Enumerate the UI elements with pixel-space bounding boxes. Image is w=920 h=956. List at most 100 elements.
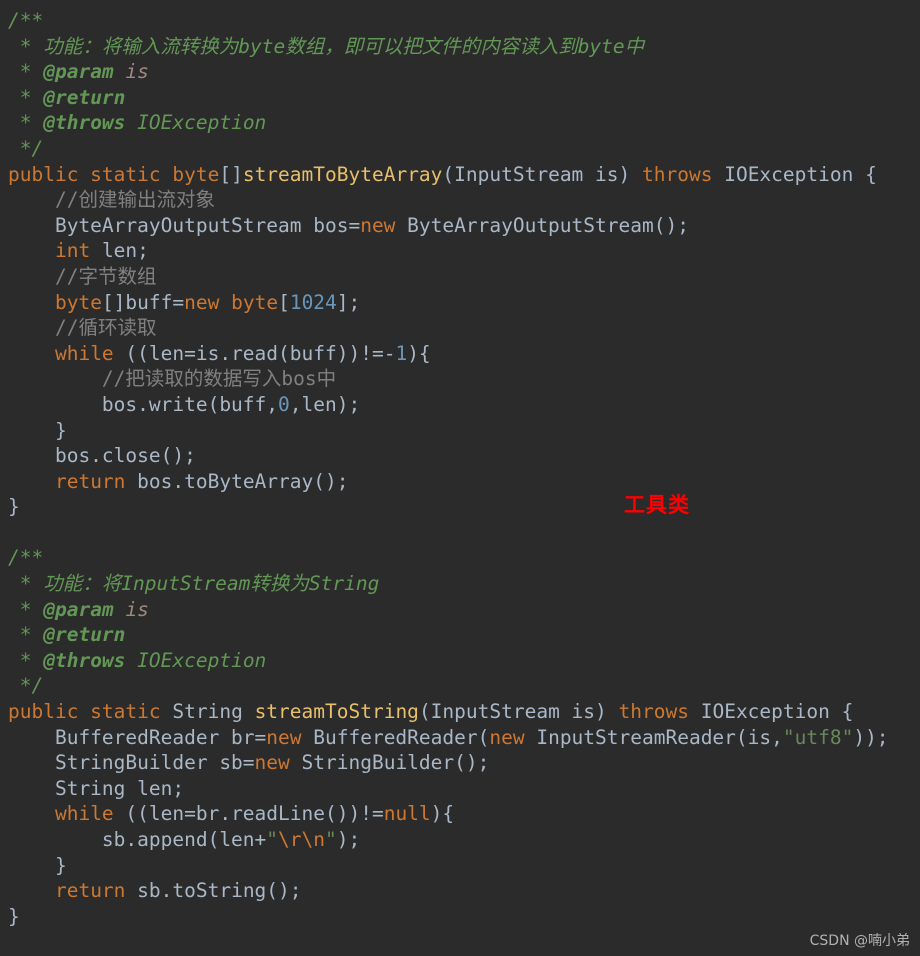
code-token: len; (90, 239, 149, 263)
code-line[interactable]: */ (8, 136, 920, 162)
code-token: [ (278, 290, 290, 314)
code-token: ){ (430, 802, 455, 826)
code-line[interactable]: * 功能：将InputStream转换为String (8, 571, 920, 597)
code-token: * (8, 111, 44, 135)
code-token: * (8, 597, 44, 621)
code-token: sb.append(len+ (8, 828, 267, 851)
code-token: throws (618, 700, 689, 724)
code-line[interactable]: } (8, 853, 920, 879)
code-token: //循环读取 (8, 316, 157, 340)
code-line[interactable]: while ((len=is.read(buff))!=-1){ (8, 341, 920, 367)
code-token: IOException { (688, 700, 854, 724)
code-token: */ (8, 674, 44, 698)
code-line[interactable]: //字节数组 (8, 264, 920, 290)
code-token: int (54, 239, 91, 263)
code-token: @param (43, 60, 114, 84)
code-line[interactable]: * @return (8, 85, 920, 111)
code-token: new (184, 290, 220, 314)
code-token: " (266, 828, 279, 851)
code-line[interactable]: return sb.toString(); (8, 878, 920, 904)
code-token: * (8, 60, 44, 84)
code-line[interactable]: ByteArrayOutputStream bos=new ByteArrayO… (8, 213, 920, 239)
code-line[interactable]: int len; (8, 238, 920, 264)
code-line[interactable]: */ (8, 673, 920, 699)
code-line[interactable]: BufferedReader br=new BufferedReader(new… (8, 725, 920, 751)
code-line[interactable]: public static byte[]streamToByteArray(In… (8, 162, 920, 188)
code-line[interactable]: } (8, 904, 920, 930)
code-token: )); (853, 725, 889, 749)
code-token: 功能：将InputStream转换为String (43, 572, 380, 596)
code-token: */ (8, 136, 44, 160)
code-token: * (8, 648, 44, 672)
code-editor[interactable]: /** * 功能：将输入流转换为byte数组，即可以把文件的内容读入到byte中… (0, 0, 920, 956)
code-token: is (125, 597, 149, 621)
code-line[interactable]: * 功能：将输入流转换为byte数组，即可以把文件的内容读入到byte中 (8, 34, 920, 60)
code-content[interactable]: /** * 功能：将输入流转换为byte数组，即可以把文件的内容读入到byte中… (8, 8, 920, 929)
code-token: public static (8, 700, 173, 724)
code-token: new (266, 725, 302, 749)
code-token: buff= (125, 290, 185, 314)
code-line[interactable]: while ((len=br.readLine())!=null){ (8, 801, 920, 827)
code-line[interactable]: String len; (8, 776, 920, 802)
code-token: ((len=is.read(buff))!=- (113, 341, 396, 365)
code-token: is (125, 60, 149, 84)
code-token: streamToString (254, 700, 419, 724)
code-line[interactable]: /** (8, 545, 920, 571)
code-line[interactable]: return bos.toByteArray(); (8, 469, 920, 495)
code-token: return (54, 469, 126, 493)
code-line[interactable]: * @param is (8, 597, 920, 623)
code-line[interactable]: } (8, 494, 920, 520)
code-line[interactable]: //创建输出流对象 (8, 187, 920, 213)
code-token: public static (8, 162, 173, 186)
code-token: @throws (43, 648, 126, 672)
code-token: byte (231, 290, 279, 314)
code-line[interactable]: * @return (8, 622, 920, 648)
code-token: 0 (278, 392, 290, 416)
code-line[interactable]: * @throws IOException (8, 648, 920, 674)
code-token: byte (172, 162, 220, 186)
code-line[interactable]: public static String streamToString(Inpu… (8, 699, 920, 725)
code-token: @return (43, 85, 126, 109)
code-token: new (254, 751, 290, 775)
code-token: sb.toString(); (125, 879, 302, 903)
annotation-utility-class: 工具类 (624, 493, 690, 517)
code-line[interactable] (8, 520, 920, 546)
code-line[interactable]: //循环读取 (8, 315, 920, 341)
code-line[interactable]: sb.append(len+"\r\n"); (8, 827, 920, 853)
code-token: StringBuilder(); (289, 751, 490, 775)
code-token: ((len=br.readLine())!= (113, 802, 384, 826)
code-token: null (383, 802, 431, 826)
code-token: bos.close(); (8, 444, 196, 468)
code-token: /** (8, 9, 44, 32)
code-token: 1024 (289, 290, 337, 314)
code-line[interactable]: bos.write(buff,0,len); (8, 392, 920, 418)
code-token: //把读取的数据写入bos中 (8, 367, 337, 391)
code-line[interactable]: * @param is (8, 59, 920, 85)
code-line[interactable]: /** (8, 8, 920, 34)
code-token: IOException (125, 111, 267, 135)
code-token: streamToByteArray (242, 162, 443, 186)
code-line[interactable]: bos.close(); (8, 443, 920, 469)
code-line[interactable]: StringBuilder sb=new StringBuilder(); (8, 750, 920, 776)
code-token: BufferedReader br= (8, 725, 267, 749)
code-line[interactable]: * @throws IOException (8, 110, 920, 136)
code-line[interactable]: byte[]buff=new byte[1024]; (8, 290, 920, 316)
code-token: return (54, 879, 126, 903)
code-token: ]; (336, 290, 361, 314)
code-line[interactable]: } (8, 418, 920, 444)
code-token: " (325, 828, 337, 851)
watermark-credit: CSDN @喃小弟 (809, 933, 910, 949)
code-token: ){ (407, 341, 431, 365)
code-line[interactable]: //把读取的数据写入bos中 (8, 366, 920, 392)
code-token: //创建输出流对象 (8, 188, 215, 212)
code-token: 1 (395, 341, 408, 365)
code-token: } (8, 853, 67, 877)
code-token: InputStreamReader(is, (524, 725, 783, 749)
code-token: } (8, 418, 67, 442)
code-token: throws (642, 162, 713, 186)
